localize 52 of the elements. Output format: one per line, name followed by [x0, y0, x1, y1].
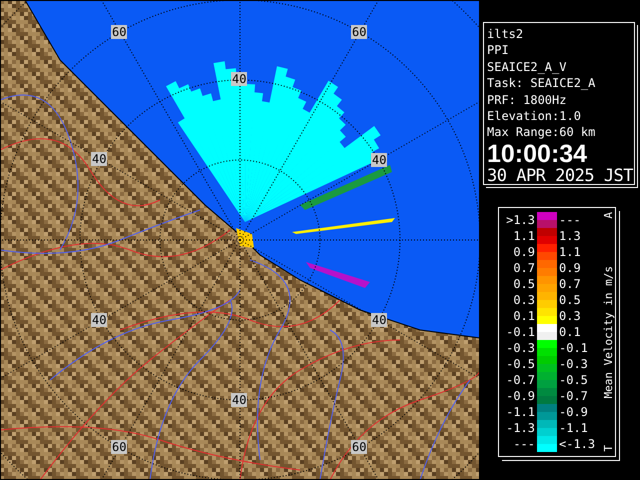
legend-value: -0.7	[558, 389, 589, 403]
info-text: Max Range:60 km	[487, 124, 596, 141]
legend-value: 0.9	[558, 261, 582, 275]
legend-value: 0.7	[512, 261, 536, 275]
range-label: 40	[371, 153, 388, 167]
legend-value: -0.1	[505, 325, 536, 339]
info-text: PRF: 1800Hz	[487, 92, 568, 108]
legend-value: <-1.3	[558, 437, 596, 451]
range-label: 60	[111, 25, 128, 39]
legend-value: 0.1	[512, 309, 536, 323]
legend-value: 1.3	[558, 229, 582, 243]
legend-value: 1.1	[558, 245, 582, 259]
legend-value: -0.1	[558, 341, 589, 355]
legend-value: 1.1	[512, 229, 536, 243]
range-label: 40	[371, 313, 388, 327]
legend-title: Mean Velocity in m/s	[602, 266, 615, 398]
legend-value: 0.7	[558, 277, 582, 291]
legend-mark: A	[602, 212, 615, 219]
legend-value: 0.5	[512, 277, 536, 291]
legend-mark: T	[602, 445, 615, 452]
range-label: 40	[91, 152, 108, 166]
legend-value: -1.3	[505, 421, 536, 435]
legend-value: -0.5	[558, 373, 589, 387]
range-label: 60	[351, 440, 368, 454]
info-text: SEAICE2_A_V	[487, 58, 568, 76]
range-label: 60	[111, 440, 128, 454]
legend-value: -0.9	[505, 389, 536, 403]
range-label: 40	[231, 72, 248, 86]
legend-value: 0.3	[512, 293, 536, 307]
date-text: 30 APR 2025 JST	[487, 166, 634, 186]
range-label: 60	[351, 25, 368, 39]
legend-value: -1.1	[505, 405, 536, 419]
range-label: 40	[231, 393, 248, 407]
legend-value: -0.9	[558, 405, 589, 419]
legend-value: ---	[558, 213, 582, 227]
info-text: Elevation:1.0	[487, 108, 582, 124]
info-text: PPI	[487, 42, 510, 59]
info-text: ilts2	[487, 26, 524, 42]
legend-value: -0.5	[505, 357, 536, 371]
legend-value: ---	[512, 437, 536, 451]
legend-value: 0.5	[558, 293, 582, 307]
info-text: Task: SEAICE2_A	[487, 75, 596, 92]
legend-value: -0.7	[505, 373, 536, 387]
legend-value: 0.3	[558, 309, 582, 323]
range-label: 40	[91, 313, 108, 327]
legend-value: -0.3	[505, 341, 536, 355]
legend-value: -1.1	[558, 421, 589, 435]
legend-value: -0.3	[558, 357, 589, 371]
legend-value: >1.3	[505, 213, 536, 227]
legend-value: 0.1	[558, 325, 582, 339]
legend-value: 0.9	[512, 245, 536, 259]
time-text: 10:00:34	[487, 140, 588, 167]
